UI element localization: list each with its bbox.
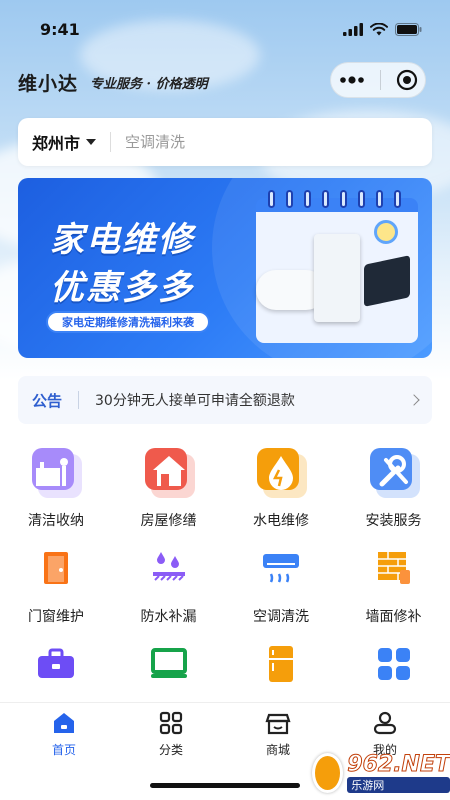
wall-brick-icon bbox=[368, 542, 420, 594]
shop-icon bbox=[265, 713, 291, 735]
service-grid: 清洁收纳 房屋修缮 水电维修 安装服务门窗维护 防水补漏 空调清洗 墙面修补上门安装电脑维修… bbox=[0, 440, 450, 702]
tab-label: 分类 bbox=[158, 743, 183, 757]
tab-home[interactable]: 首页 bbox=[8, 709, 120, 758]
waterproof-icon bbox=[143, 542, 195, 594]
air-conditioner-icon bbox=[255, 542, 307, 594]
stove-illustration bbox=[364, 255, 410, 307]
tools-icon bbox=[368, 446, 420, 498]
battery-icon bbox=[395, 22, 422, 36]
service-label: 墙面修补 bbox=[365, 609, 422, 625]
service-item-waterproof[interactable]: 防水补漏 bbox=[113, 542, 225, 626]
banner-title-line2: 优惠多多 bbox=[50, 268, 194, 308]
service-item-fridge[interactable]: 冰箱维修 bbox=[225, 638, 337, 702]
service-label: 防水补漏 bbox=[140, 609, 197, 625]
search-divider bbox=[110, 132, 112, 152]
service-item-all-services[interactable]: 全部服务 bbox=[338, 638, 450, 702]
notice-bar[interactable]: 公告 30分钟无人接单可申请全额退款 bbox=[18, 376, 432, 424]
banner-calendar-illustration bbox=[256, 190, 418, 343]
category-icon bbox=[159, 711, 183, 735]
signal-icon bbox=[343, 22, 363, 36]
status-bar: 9:41 bbox=[0, 0, 450, 58]
service-item-tools[interactable]: 安装服务 bbox=[338, 446, 450, 530]
gas-heater-illustration bbox=[314, 234, 360, 322]
water-drop-icon bbox=[255, 446, 307, 498]
watermark-logo: 962.NET 乐游网 bbox=[312, 748, 450, 798]
profile-icon bbox=[373, 711, 397, 735]
mini-program-capsule bbox=[330, 62, 426, 98]
cleaning-icon bbox=[30, 446, 82, 498]
home-icon bbox=[54, 713, 74, 733]
fridge-icon bbox=[255, 638, 307, 690]
home-indicator bbox=[150, 783, 300, 788]
tab-label: 商城 bbox=[265, 743, 290, 757]
city-selector[interactable]: 郑州市 bbox=[32, 130, 80, 154]
banner-subtitle: 家电定期维修清洗福利来袭 bbox=[46, 311, 210, 333]
status-time: 9:41 bbox=[40, 19, 80, 39]
brand-slogan: 专业服务 · 价格透明 bbox=[90, 76, 208, 92]
watermark-sub: 乐游网 bbox=[347, 776, 450, 793]
service-label: 安装服务 bbox=[365, 513, 422, 529]
toolbox-icon bbox=[30, 638, 82, 690]
service-label: 门窗维护 bbox=[28, 609, 84, 625]
service-label: 房屋修缮 bbox=[140, 513, 197, 529]
service-item-toolbox[interactable]: 上门安装 bbox=[0, 638, 112, 702]
watermark-main: 962.NET bbox=[347, 751, 450, 777]
computer-icon bbox=[143, 638, 195, 690]
service-item-air-conditioner[interactable]: 空调清洗 bbox=[225, 542, 337, 626]
promo-banner[interactable]: 家电维修 优惠多多 家电定期维修清洗福利来袭 bbox=[18, 178, 432, 358]
tab-label: 首页 bbox=[51, 743, 76, 757]
app-header: 维小达 专业服务 · 价格透明 bbox=[18, 62, 432, 102]
wifi-icon bbox=[370, 22, 388, 35]
search-input[interactable] bbox=[125, 133, 386, 151]
brand-name: 维小达 bbox=[18, 72, 79, 95]
banner-title-line1: 家电维修 bbox=[50, 220, 194, 260]
city-dropdown-icon[interactable] bbox=[86, 139, 97, 145]
notice-tag: 公告 bbox=[32, 391, 63, 410]
service-label: 清洁收纳 bbox=[28, 513, 84, 529]
more-icon[interactable] bbox=[339, 76, 365, 84]
house-repair-icon bbox=[143, 446, 195, 498]
status-icons bbox=[343, 22, 422, 36]
tab-category[interactable]: 分类 bbox=[115, 709, 227, 758]
service-item-house-repair[interactable]: 房屋修缮 bbox=[113, 446, 225, 530]
close-program-icon[interactable] bbox=[396, 69, 418, 91]
service-label: 水电维修 bbox=[253, 513, 309, 529]
notice-text: 30分钟无人接单可申请全额退款 bbox=[95, 393, 295, 409]
service-item-computer[interactable]: 电脑维修 bbox=[113, 638, 225, 702]
service-item-cleaning[interactable]: 清洁收纳 bbox=[0, 446, 112, 530]
all-services-icon bbox=[368, 638, 420, 690]
service-item-wall-brick[interactable]: 墙面修补 bbox=[338, 542, 450, 626]
service-item-door[interactable]: 门窗维护 bbox=[0, 542, 112, 626]
capsule-divider bbox=[379, 70, 381, 90]
watermark-badge-icon bbox=[312, 753, 344, 793]
service-label: 空调清洗 bbox=[253, 609, 309, 625]
door-icon bbox=[30, 542, 82, 594]
magnifier-illustration bbox=[374, 220, 398, 244]
search-bar: 郑州市 bbox=[18, 118, 432, 166]
notice-divider bbox=[78, 391, 80, 409]
service-item-water-drop[interactable]: 水电维修 bbox=[225, 446, 337, 530]
chevron-right-icon bbox=[408, 394, 420, 406]
